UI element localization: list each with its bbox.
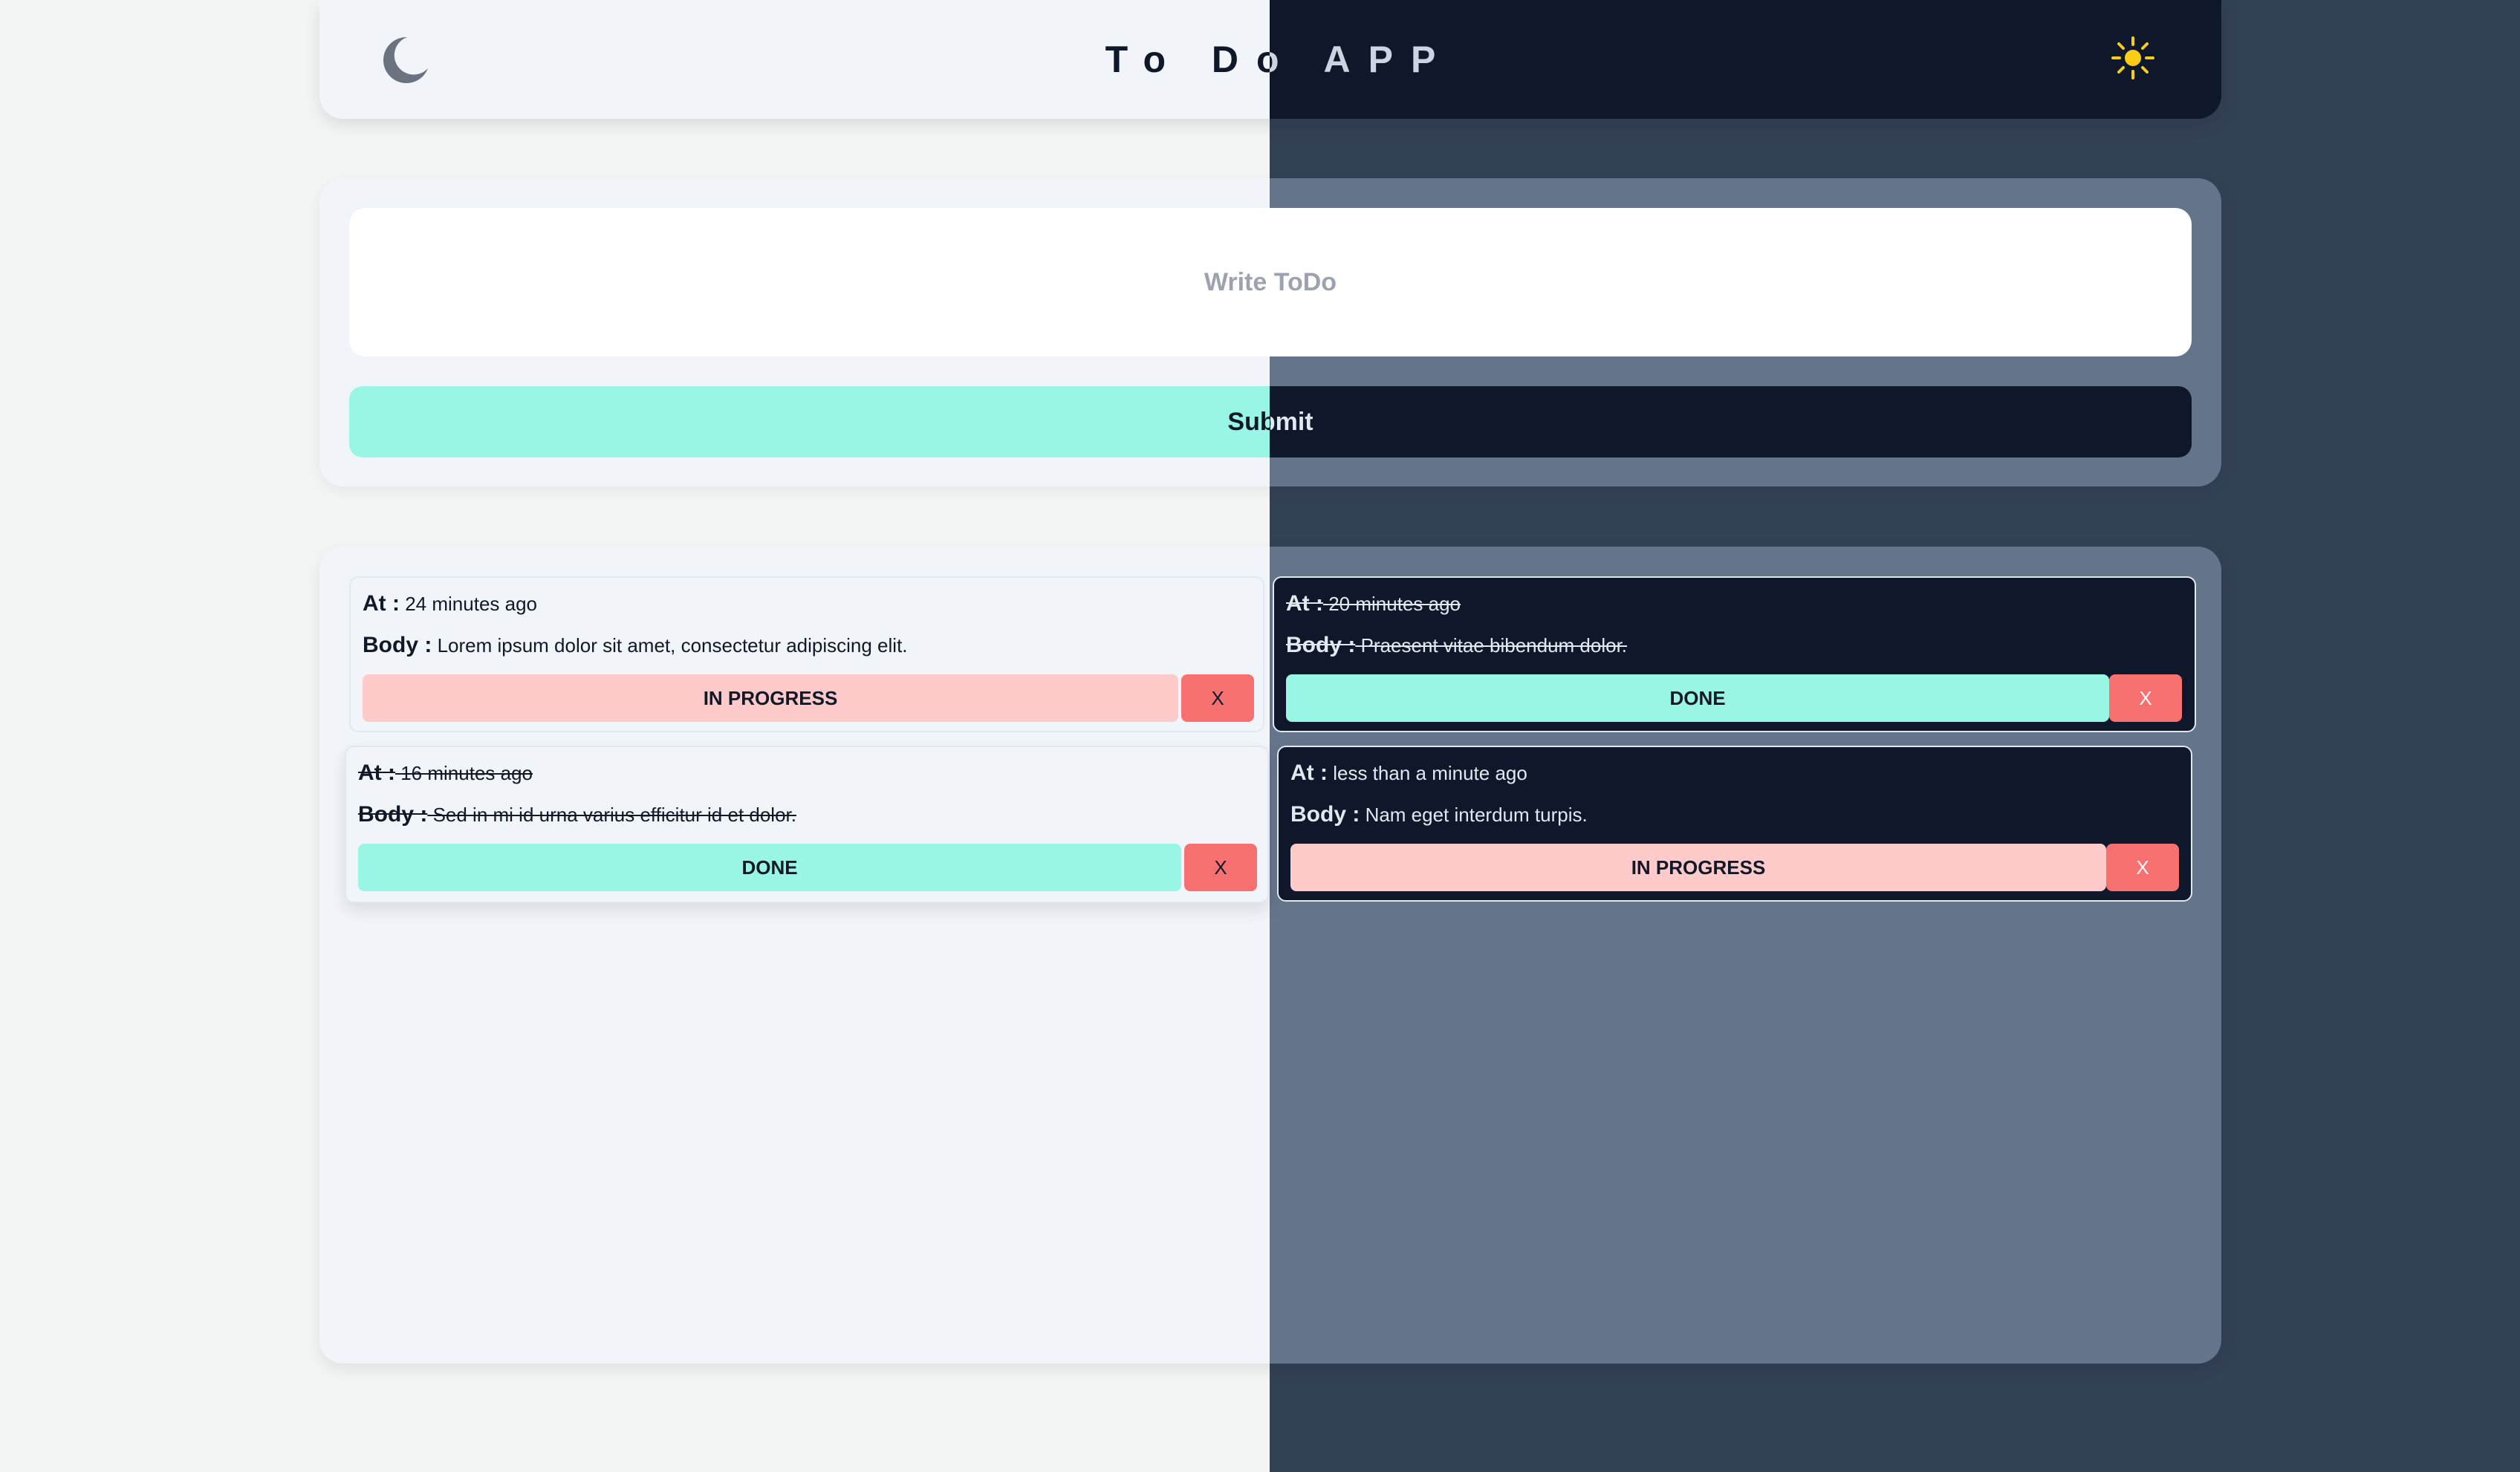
body-value: Sed in mi id urna varius efficitur id et… <box>432 804 796 826</box>
todo-time: At : 20 minutes ago <box>1286 591 1461 616</box>
at-label: At : <box>363 591 400 616</box>
at-value: 16 minutes ago <box>400 762 533 784</box>
at-label: At : <box>358 761 395 785</box>
todo-body: Body : Sed in mi id urna varius efficitu… <box>358 802 796 827</box>
submit-button[interactable]: Submit <box>349 386 2192 457</box>
body-label: Body : <box>358 802 428 827</box>
submit-label: Submit <box>349 408 2192 437</box>
todo-time: At : 24 minutes ago <box>363 591 537 616</box>
at-label: At : <box>1290 761 1328 785</box>
status-button[interactable]: DONE <box>358 844 1181 891</box>
todo-item: At : 24 minutes ago Body : Lorem ipsum d… <box>349 576 1264 732</box>
todo-list: At : 24 minutes ago Body : Lorem ipsum d… <box>319 547 2221 1364</box>
delete-button[interactable]: X <box>2106 844 2179 891</box>
status-button[interactable]: DONE <box>1286 674 2109 722</box>
body-label: Body : <box>363 633 432 657</box>
app-title: To Do APP <box>319 0 2221 119</box>
body-value: Lorem ipsum dolor sit amet, consectetur … <box>437 634 908 657</box>
at-value: less than a minute ago <box>1333 762 1527 784</box>
delete-button[interactable]: X <box>2109 674 2182 722</box>
body-label: Body : <box>1290 802 1360 827</box>
body-value: Praesent vitae bibendum dolor. <box>1360 634 1628 657</box>
at-value: 24 minutes ago <box>405 593 538 615</box>
todo-time: At : 16 minutes ago <box>358 761 533 786</box>
body-value: Nam eget interdum turpis. <box>1365 804 1588 826</box>
at-label: At : <box>1286 591 1323 616</box>
body-label: Body : <box>1286 633 1356 657</box>
delete-button[interactable]: X <box>1181 674 1254 722</box>
todo-form: Submit <box>319 178 2221 486</box>
todo-input[interactable] <box>349 208 2192 356</box>
todo-body: Body : Lorem ipsum dolor sit amet, conse… <box>363 633 908 658</box>
sun-icon[interactable] <box>2111 36 2155 80</box>
status-button[interactable]: IN PROGRESS <box>1290 844 2106 891</box>
at-value: 20 minutes ago <box>1328 593 1461 615</box>
todo-time: At : less than a minute ago <box>1290 761 1527 786</box>
todo-item: At : 20 minutes ago Body : Praesent vita… <box>1273 576 2196 732</box>
todo-body: Body : Praesent vitae bibendum dolor. <box>1286 633 1627 658</box>
todo-body: Body : Nam eget interdum turpis. <box>1290 802 1588 827</box>
status-button[interactable]: IN PROGRESS <box>363 674 1178 722</box>
app-header: To Do APP <box>319 0 2221 119</box>
todo-item: At : 16 minutes ago Body : Sed in mi id … <box>345 746 1269 903</box>
delete-button[interactable]: X <box>1184 844 1257 891</box>
todo-item: At : less than a minute ago Body : Nam e… <box>1277 746 2192 902</box>
